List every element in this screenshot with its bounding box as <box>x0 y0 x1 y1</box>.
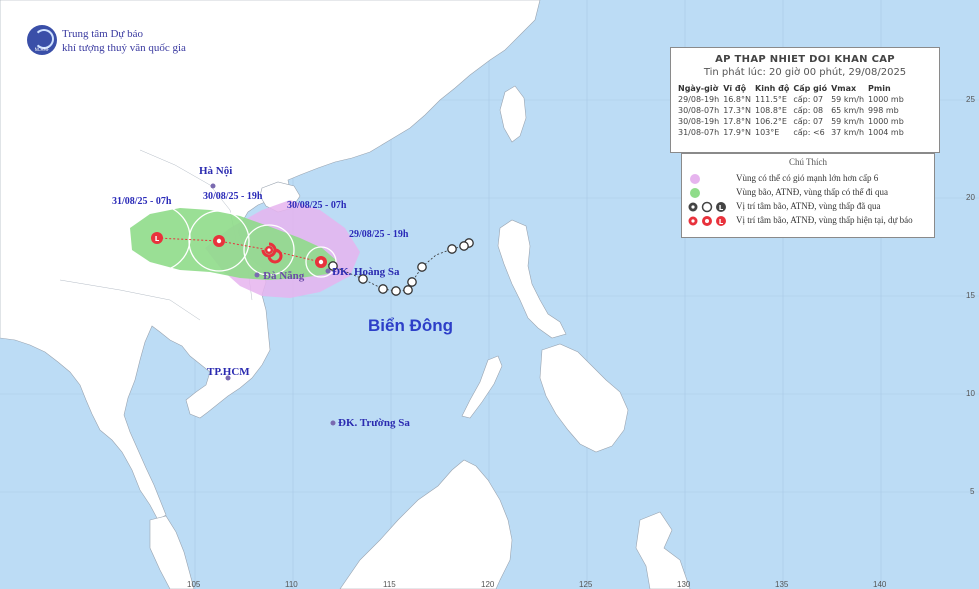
col-header: Vmax <box>831 83 857 93</box>
forecast-position-marker-30-19 <box>213 235 225 247</box>
lon-label-140: 140 <box>873 580 887 589</box>
table-cell: 998 mb <box>868 106 899 115</box>
table-row: 29/08-19h 16.8°N 111.5°E cấp: 07 59 km/h… <box>676 94 906 105</box>
table-cell: 59 km/h <box>831 95 865 104</box>
svg-text:L: L <box>155 235 160 243</box>
lon-label-110: 110 <box>285 580 298 589</box>
label-sea: Biển Đông <box>368 316 453 335</box>
table-row: 30/08-19h 17.8°N 106.2°E cấp: 07 59 km/h… <box>676 116 906 127</box>
table-cell: 106.2°E <box>755 117 787 126</box>
agency-logo: NCHMF <box>27 25 57 55</box>
current-position-marker <box>315 256 327 268</box>
green-zone-icon <box>690 188 700 198</box>
past-position-icons: L <box>688 201 726 213</box>
track-label-30-07: 30/08/25 - 07h <box>287 200 347 211</box>
palawan-island <box>461 355 503 419</box>
past-position-marker <box>378 284 388 294</box>
past-position-marker <box>459 241 469 251</box>
logo-text: NCHMF <box>34 47 50 52</box>
track-label-30-19: 30/08/25 - 19h <box>203 191 263 202</box>
label-truongsa: ĐK. Trường Sa <box>338 417 410 429</box>
table-row: 31/08-07h 17.9°N 103°E cấp: <6 37 km/h 1… <box>676 127 906 138</box>
table-cell: cấp: 07 <box>793 95 824 104</box>
legend-label: Vùng bão, ATNĐ, vùng thấp có thể đi qua <box>736 187 888 197</box>
agency-name-line2: khí tượng thuỷ văn quốc gia <box>62 42 186 54</box>
table-cell: 30/08-07h <box>678 106 720 115</box>
table-cell: 1000 mb <box>868 95 904 104</box>
label-hoangsa: ĐK. Hoàng Sa <box>332 266 400 278</box>
col-header: Cấp gió <box>793 83 828 93</box>
lat-label-15: 15 <box>966 291 975 300</box>
table-cell: 103°E <box>755 128 780 137</box>
svg-text:L: L <box>719 204 724 212</box>
col-header: Ngày-giờ <box>678 83 719 93</box>
table-cell: 1000 mb <box>868 117 904 126</box>
agency-name-line1: Trung tâm Dự báo <box>62 28 144 40</box>
lon-label-120: 120 <box>481 580 495 589</box>
past-position-marker <box>403 285 413 295</box>
sulawesi-island <box>635 511 691 589</box>
track-label-31-07: 31/08/25 - 07h <box>112 196 172 207</box>
legend-label: Vị trí tâm bão, ATNĐ, vùng thấp hiện tại… <box>736 215 913 225</box>
table-cell: 31/08-07h <box>678 128 720 137</box>
table-cell: 108.8°E <box>755 106 787 115</box>
table-cell: 16.8°N <box>723 95 751 104</box>
lat-label-10: 10 <box>966 389 975 398</box>
table-cell: 17.3°N <box>723 106 751 115</box>
label-hanoi: Hà Nội <box>199 165 233 177</box>
lon-label-115: 115 <box>383 580 396 589</box>
legend-label: Vị trí tâm bão, ATNĐ, vùng thấp đã qua <box>736 201 881 211</box>
past-position-marker <box>447 244 457 254</box>
col-header: Vĩ độ <box>723 83 747 93</box>
label-hcm: TP.HCM <box>207 366 250 378</box>
table-cell: cấp: <6 <box>793 128 825 137</box>
table-cell: 29/08-19h <box>678 95 720 104</box>
bulletin-header-row: Ngày-giờ Vĩ độ Kinh độ Cấp gió Vmax Pmin <box>676 82 906 94</box>
borneo-island <box>339 459 513 589</box>
bulletin-box: AP THAP NHIET DOI KHAN CAP Tin phát lúc:… <box>670 47 940 153</box>
philippines-south <box>539 343 629 453</box>
map-stage: L NCHMF Trung tâm Dự báo khí tượng thuỷ … <box>0 0 979 589</box>
luzon-island <box>497 219 567 339</box>
lat-label-25: 25 <box>966 95 975 104</box>
col-header: Pmin <box>868 83 891 93</box>
lon-label-125: 125 <box>579 580 593 589</box>
forecast-position-icons: L <box>688 216 726 226</box>
malay-peninsula <box>149 515 195 589</box>
bulletin-table: Ngày-giờ Vĩ độ Kinh độ Cấp gió Vmax Pmin… <box>676 82 906 138</box>
legend-label: Vùng có thể có gió mạnh lớn hơn cấp 6 <box>736 173 879 183</box>
purple-zone-icon <box>690 174 700 184</box>
table-cell: 17.8°N <box>723 117 751 126</box>
table-cell: 111.5°E <box>755 95 787 104</box>
col-header: Kinh độ <box>755 83 790 93</box>
bulletin-issued: Tin phát lúc: 20 giờ 00 phút, 29/08/2025 <box>703 67 907 78</box>
past-position-marker <box>407 277 417 287</box>
table-cell: 65 km/h <box>831 106 865 115</box>
taiwan-island <box>499 85 527 143</box>
past-position-marker <box>417 262 427 272</box>
table-cell: 1004 mb <box>868 128 904 137</box>
lon-label-105: 105 <box>187 580 201 589</box>
legend-box: Chú Thích Vùng có thể có gió mạnh lớn hơ… <box>681 153 935 238</box>
table-row: 30/08-07h 17.3°N 108.8°E cấp: 08 65 km/h… <box>676 105 906 116</box>
lon-label-135: 135 <box>775 580 789 589</box>
past-position-marker <box>391 286 401 296</box>
table-cell: cấp: 07 <box>793 117 824 126</box>
table-cell: 30/08-19h <box>678 117 720 126</box>
table-cell: 37 km/h <box>831 128 865 137</box>
svg-text:L: L <box>719 218 724 226</box>
lon-label-130: 130 <box>677 580 691 589</box>
lat-label-5: 5 <box>970 487 975 496</box>
label-danang: Đà Nẵng <box>263 270 305 282</box>
bulletin-title: AP THAP NHIET DOI KHAN CAP <box>715 54 895 65</box>
logo-swirl-icon <box>34 29 54 49</box>
table-cell: 17.9°N <box>723 128 751 137</box>
table-cell: 59 km/h <box>831 117 865 126</box>
track-label-29-19: 29/08/25 - 19h <box>349 229 409 240</box>
table-cell: cấp: 08 <box>793 106 824 115</box>
legend-title: Chú Thích <box>788 157 828 167</box>
forecast-position-marker-31-07: L <box>151 232 163 244</box>
lat-label-20: 20 <box>966 193 975 202</box>
